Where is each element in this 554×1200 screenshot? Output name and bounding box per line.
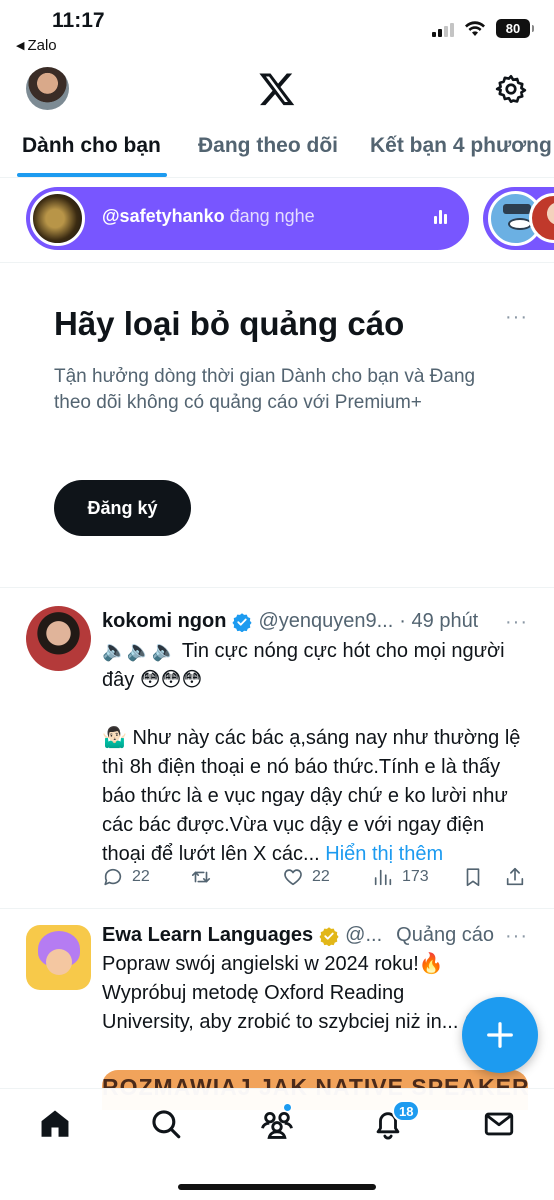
like-count: 22 — [312, 868, 330, 885]
space-host-avatar — [30, 191, 85, 246]
more-icon[interactable]: ··· — [505, 307, 528, 327]
tab-for-you[interactable]: Dành cho bạn — [22, 134, 161, 158]
share-icon — [506, 867, 524, 886]
space-host-handle: @safetyhanko — [102, 206, 225, 226]
gold-verified-badge-icon — [319, 926, 339, 946]
retweet-icon — [191, 871, 211, 883]
subscribe-button[interactable]: Đăng ký — [54, 480, 191, 536]
wifi-icon — [465, 20, 485, 36]
ad-more-icon[interactable]: ··· — [505, 926, 528, 946]
views-chart-icon — [374, 869, 392, 886]
divider — [0, 262, 554, 263]
reply-count: 22 — [132, 868, 150, 885]
advertiser-handle: @... — [345, 924, 383, 946]
gear-icon[interactable] — [495, 73, 527, 105]
tweet-author-name[interactable]: kokomi ngon — [102, 610, 226, 633]
communities-dot-indicator — [283, 1103, 292, 1112]
views-button[interactable]: 173 — [372, 866, 429, 888]
ad-label: Quảng cáo — [396, 924, 495, 946]
back-app-label: Zalo — [27, 37, 57, 54]
notifications-badge: 18 — [392, 1100, 421, 1122]
status-bar: 11:17 ◀ Zalo 80 — [0, 0, 554, 62]
live-space-pill-2[interactable] — [483, 187, 554, 250]
status-time: 11:17 — [52, 9, 105, 32]
audio-wave-icon — [434, 210, 447, 224]
battery-indicator: 80 — [496, 19, 534, 38]
reply-icon — [104, 868, 122, 886]
ad-text[interactable]: Popraw swój angielski w 2024 roku!🔥 Wypr… — [102, 950, 497, 1037]
tweet-text[interactable]: 🔈🔈🔈 Tin cực nóng cực hót cho mọi người đ… — [102, 637, 522, 869]
bookmark-icon — [466, 868, 480, 887]
ad-header: Ewa Learn Languages @... Quảng cáo — [102, 924, 494, 947]
premium-description: Tận hưởng dòng thời gian Dành cho bạn và… — [54, 366, 476, 413]
divider — [0, 908, 554, 909]
x-logo-icon[interactable] — [258, 70, 296, 108]
divider — [0, 587, 554, 588]
tweet-author-avatar[interactable] — [26, 606, 91, 671]
space-listening-text: @safetyhanko đang nghe — [102, 206, 315, 227]
timeline-tabs: Dành cho bạn Đang theo dõi Kết bạn 4 phư… — [0, 122, 554, 178]
advertiser-name[interactable]: Ewa Learn Languages — [102, 924, 313, 947]
show-more-link[interactable]: Hiển thị thêm — [325, 843, 443, 865]
bottom-navigation: 18 — [0, 1088, 554, 1200]
reply-button[interactable]: 22 — [102, 866, 150, 888]
compose-button[interactable] — [462, 997, 538, 1073]
space-status: đang nghe — [224, 206, 315, 226]
communities-icon[interactable] — [260, 1107, 294, 1141]
tweet-time: · 49 phút — [399, 610, 479, 632]
verified-badge-icon — [232, 612, 253, 632]
profile-avatar[interactable] — [26, 67, 69, 110]
view-count: 173 — [402, 868, 429, 885]
premium-title: Hãy loại bỏ quảng cáo — [54, 305, 405, 342]
back-to-app-link[interactable]: ◀ Zalo — [16, 37, 57, 54]
tab-community[interactable]: Kết bạn 4 phương — [370, 134, 552, 158]
live-space-pill[interactable]: @safetyhanko đang nghe — [26, 187, 469, 250]
home-icon[interactable] — [38, 1107, 72, 1141]
like-button[interactable]: 22 — [282, 866, 330, 888]
cellular-signal-icon — [432, 21, 454, 37]
tweet-author-handle: @yenquyen9... — [258, 610, 394, 632]
tweet-actions: 22 22 173 — [102, 866, 532, 892]
tweet-more-icon[interactable]: ··· — [505, 612, 528, 632]
plus-icon — [487, 1022, 513, 1048]
home-indicator — [178, 1184, 376, 1190]
share-button[interactable] — [504, 866, 526, 888]
retweet-button[interactable] — [190, 866, 212, 888]
tweet-header: kokomi ngon @yenquyen9... · 49 phút — [102, 610, 478, 633]
heart-icon — [284, 869, 302, 886]
tweet-body: 🔈🔈🔈 Tin cực nóng cực hót cho mọi người đ… — [102, 640, 521, 865]
messages-envelope-icon[interactable] — [482, 1107, 516, 1141]
bookmark-button[interactable] — [462, 866, 484, 888]
tab-following[interactable]: Đang theo dõi — [198, 134, 338, 158]
search-icon[interactable] — [149, 1107, 183, 1141]
back-arrow-icon: ◀ — [16, 40, 25, 52]
status-icons: 80 — [432, 19, 534, 38]
active-tab-indicator — [17, 173, 167, 177]
advertiser-avatar[interactable] — [26, 925, 91, 990]
